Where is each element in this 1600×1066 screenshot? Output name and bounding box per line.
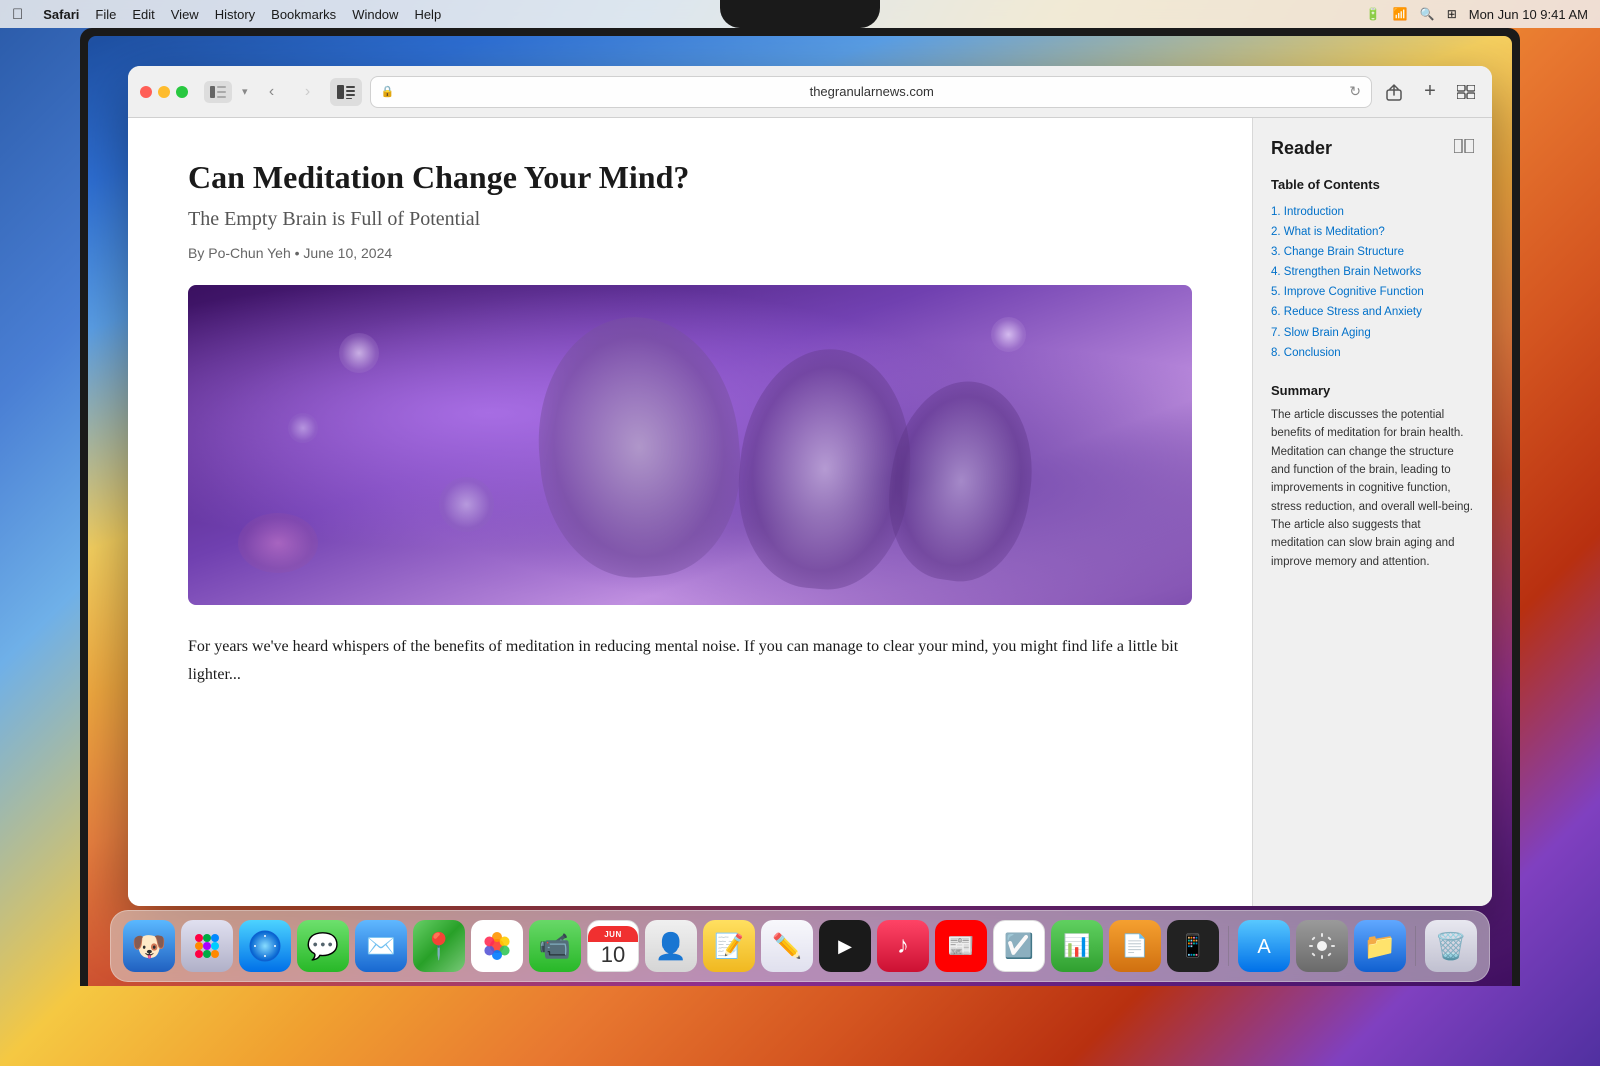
menu-window[interactable]: Window bbox=[352, 7, 398, 22]
menubar:  Safari File Edit View History Bookmark… bbox=[0, 0, 1600, 28]
menubar-app-name[interactable]: Safari bbox=[43, 7, 79, 22]
article-title: Can Meditation Change Your Mind? bbox=[188, 158, 1192, 196]
wifi-icon: 📶 bbox=[1393, 7, 1408, 21]
toc-item-6[interactable]: 6. Reduce Stress and Anxiety bbox=[1271, 302, 1474, 322]
article-area[interactable]: Can Meditation Change Your Mind? The Emp… bbox=[128, 118, 1252, 906]
dock-trash[interactable]: 🗑️ bbox=[1425, 920, 1477, 972]
fullscreen-button[interactable] bbox=[176, 86, 188, 98]
menu-view[interactable]: View bbox=[171, 7, 199, 22]
tabs-button[interactable] bbox=[1452, 78, 1480, 106]
dock-calendar[interactable]: JUN 10 bbox=[587, 920, 639, 972]
toc-item-4[interactable]: 4. Strengthen Brain Networks bbox=[1271, 262, 1474, 282]
safari-window: ▾ ‹ › 🔒 thegranularnews.com ↻ bbox=[128, 66, 1492, 906]
search-icon[interactable]: 🔍 bbox=[1420, 7, 1435, 21]
dock-finder-window[interactable]: 📁 bbox=[1354, 920, 1406, 972]
dock-appletv[interactable]: ▶ bbox=[819, 920, 871, 972]
refresh-button[interactable]: ↻ bbox=[1349, 83, 1361, 100]
dock-appstore[interactable]: A bbox=[1238, 920, 1290, 972]
forward-button[interactable]: › bbox=[294, 78, 322, 106]
notch bbox=[720, 0, 880, 28]
dock-finder[interactable]: 🐶 bbox=[123, 920, 175, 972]
reader-panel-layout-icon[interactable] bbox=[1454, 139, 1474, 158]
safari-titlebar: ▾ ‹ › 🔒 thegranularnews.com ↻ bbox=[128, 66, 1492, 118]
dock-messages[interactable]: 💬 bbox=[297, 920, 349, 972]
menu-help[interactable]: Help bbox=[414, 7, 441, 22]
dock: 🐶 bbox=[110, 910, 1490, 982]
menubar-left:  Safari File Edit View History Bookmark… bbox=[12, 6, 441, 23]
address-bar[interactable]: 🔒 thegranularnews.com ↻ bbox=[370, 76, 1372, 108]
back-button[interactable]: ‹ bbox=[258, 78, 286, 106]
dock-music[interactable]: ♪ bbox=[877, 920, 929, 972]
lock-icon: 🔒 bbox=[381, 85, 395, 98]
toc-header: Table of Contents bbox=[1271, 177, 1474, 192]
dock-mail[interactable]: ✉️ bbox=[355, 920, 407, 972]
article-body: For years we've heard whispers of the be… bbox=[188, 633, 1192, 687]
url-text: thegranularnews.com bbox=[400, 84, 1343, 99]
dock-iphone-mirroring[interactable]: 📱 bbox=[1167, 920, 1219, 972]
dock-freeform[interactable]: ✏️ bbox=[761, 920, 813, 972]
battery-icon: 🔋 bbox=[1366, 7, 1381, 21]
article-paragraph: For years we've heard whispers of the be… bbox=[188, 633, 1192, 687]
toc-item-8[interactable]: 8. Conclusion bbox=[1271, 343, 1474, 363]
apple-menu[interactable]:  bbox=[12, 6, 23, 23]
menu-edit[interactable]: Edit bbox=[132, 7, 154, 22]
dock-numbers[interactable]: 📊 bbox=[1051, 920, 1103, 972]
article-subtitle: The Empty Brain is Full of Potential bbox=[188, 208, 1192, 231]
menu-bookmarks[interactable]: Bookmarks bbox=[271, 7, 336, 22]
dock-separator-2 bbox=[1415, 926, 1416, 966]
dock-facetime[interactable]: 📹 bbox=[529, 920, 581, 972]
dock-launchpad[interactable] bbox=[181, 920, 233, 972]
table-of-contents: 1. Introduction 2. What is Meditation? 3… bbox=[1271, 202, 1474, 363]
reader-panel-header: Reader bbox=[1271, 138, 1474, 159]
summary-header: Summary bbox=[1271, 383, 1474, 398]
menubar-right: 🔋 📶 🔍 ⊞ Mon Jun 10 9:41 AM bbox=[1366, 7, 1588, 22]
toc-item-7[interactable]: 7. Slow Brain Aging bbox=[1271, 323, 1474, 343]
dock-separator bbox=[1228, 926, 1229, 966]
article-byline: By Po-Chun Yeh • June 10, 2024 bbox=[188, 245, 1192, 261]
summary-content: The article discusses the potential bene… bbox=[1271, 406, 1474, 572]
toc-item-3[interactable]: 3. Change Brain Structure bbox=[1271, 242, 1474, 262]
article-hero-image bbox=[188, 285, 1192, 605]
menu-file[interactable]: File bbox=[95, 7, 116, 22]
dock-reminders[interactable]: ☑️ bbox=[993, 920, 1045, 972]
reader-panel: Reader Table of Contents 1. Introduction… bbox=[1252, 118, 1492, 906]
minimize-button[interactable] bbox=[158, 86, 170, 98]
toc-item-1[interactable]: 1. Introduction bbox=[1271, 202, 1474, 222]
dock-safari[interactable] bbox=[239, 920, 291, 972]
laptop-frame: ▾ ‹ › 🔒 thegranularnews.com ↻ bbox=[80, 28, 1520, 986]
dock-maps[interactable]: 📍 bbox=[413, 920, 465, 972]
share-button[interactable] bbox=[1380, 78, 1408, 106]
new-tab-button[interactable]: + bbox=[1416, 78, 1444, 106]
reader-panel-title: Reader bbox=[1271, 138, 1332, 159]
dock-system-settings[interactable] bbox=[1296, 920, 1348, 972]
laptop-screen: ▾ ‹ › 🔒 thegranularnews.com ↻ bbox=[88, 36, 1512, 986]
toc-item-2[interactable]: 2. What is Meditation? bbox=[1271, 222, 1474, 242]
reader-mode-button[interactable] bbox=[330, 78, 362, 106]
dock-contacts[interactable]: 👤 bbox=[645, 920, 697, 972]
toc-item-5[interactable]: 5. Improve Cognitive Function bbox=[1271, 282, 1474, 302]
traffic-lights bbox=[140, 86, 188, 98]
dock-news[interactable]: 📰 bbox=[935, 920, 987, 972]
safari-content: Can Meditation Change Your Mind? The Emp… bbox=[128, 118, 1492, 906]
dock-photos[interactable] bbox=[471, 920, 523, 972]
sidebar-toggle-button[interactable] bbox=[204, 81, 232, 103]
close-button[interactable] bbox=[140, 86, 152, 98]
dock-notes[interactable]: 📝 bbox=[703, 920, 755, 972]
dock-pages[interactable]: 📄 bbox=[1109, 920, 1161, 972]
datetime-display[interactable]: Mon Jun 10 9:41 AM bbox=[1469, 7, 1588, 22]
control-center-icon[interactable]: ⊞ bbox=[1447, 7, 1457, 21]
svg-text:A: A bbox=[1257, 936, 1271, 958]
menu-history[interactable]: History bbox=[215, 7, 255, 22]
